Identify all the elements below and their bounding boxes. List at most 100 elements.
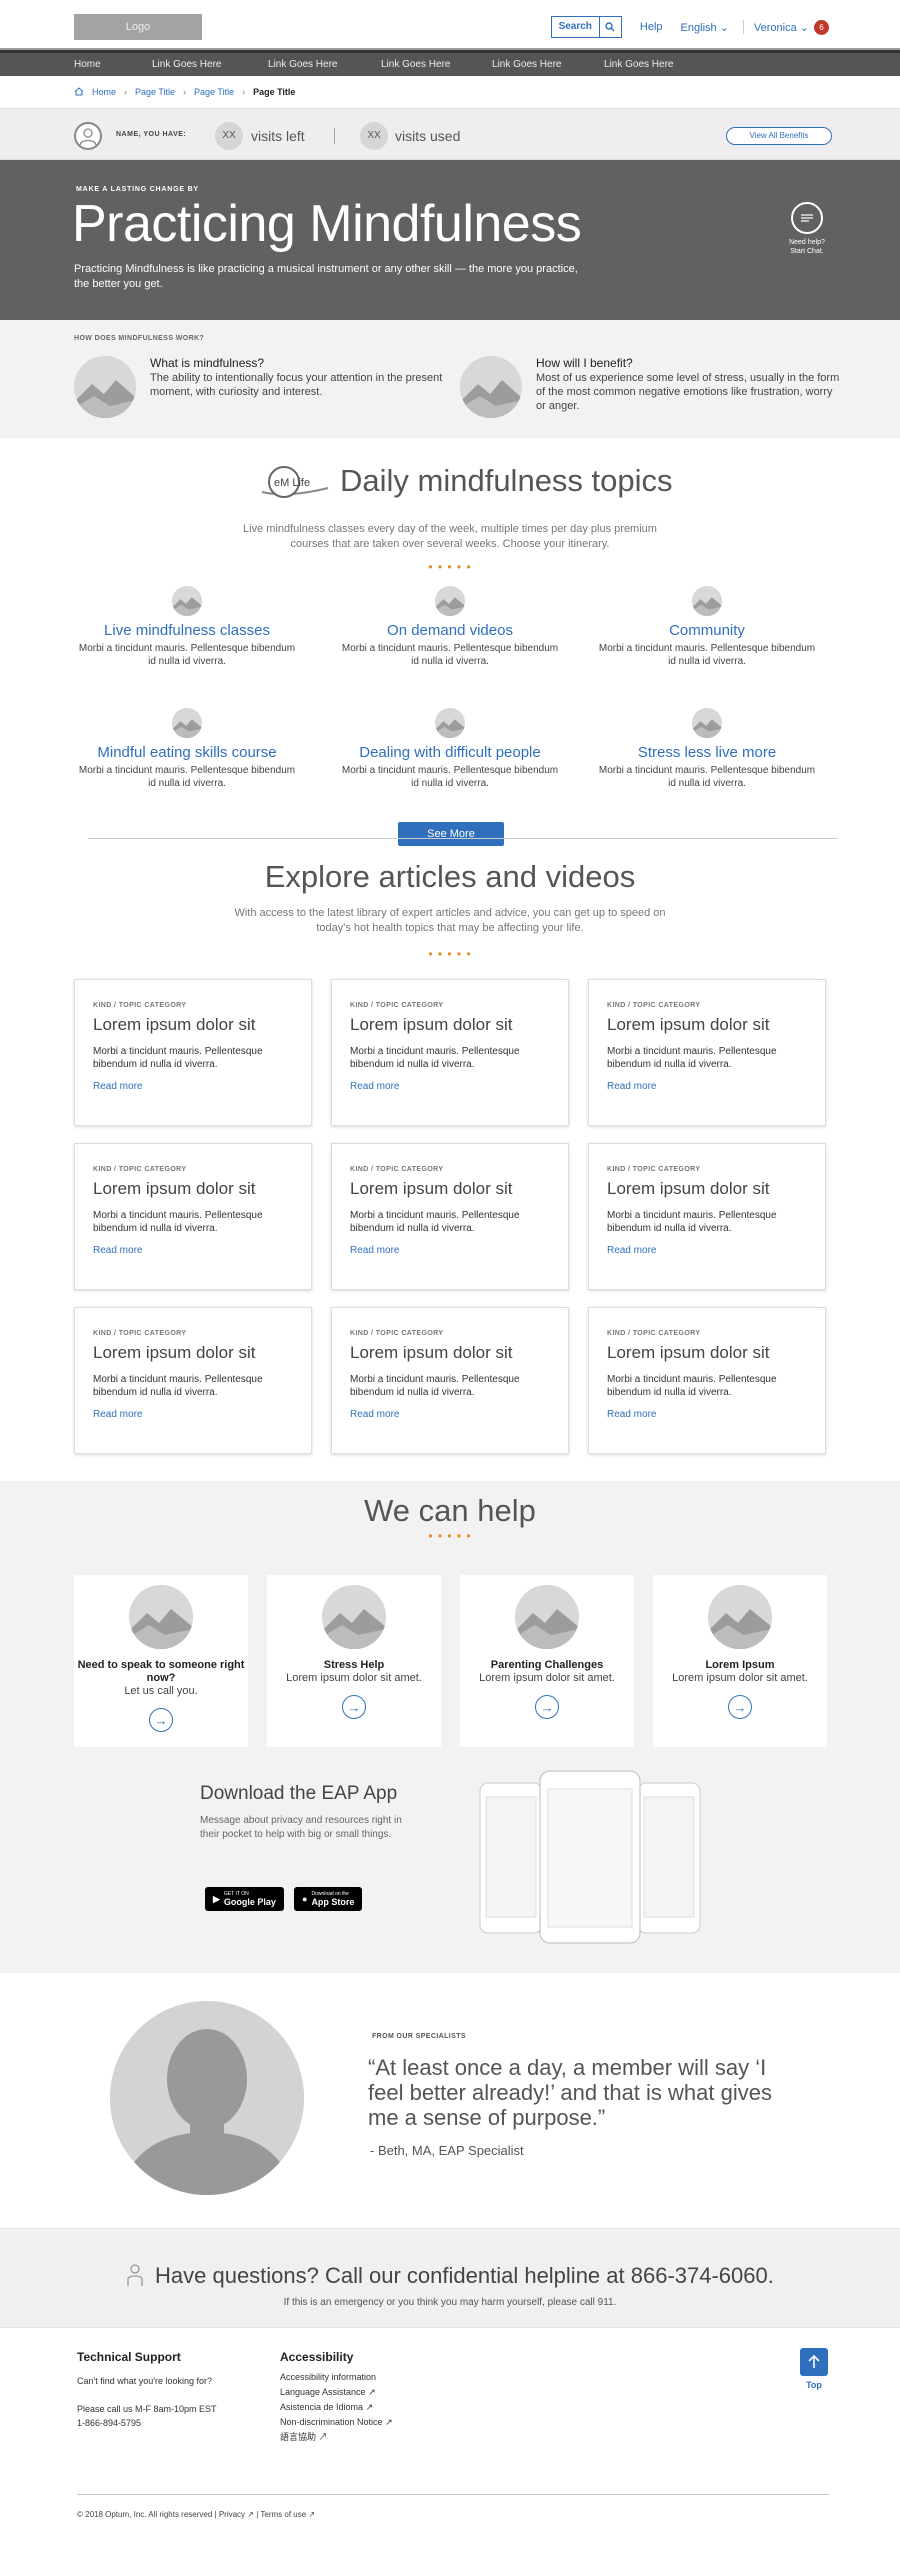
terms-link[interactable]: Terms of use bbox=[260, 2510, 306, 2519]
notification-badge[interactable]: 6 bbox=[814, 19, 829, 35]
topic-title[interactable]: Community bbox=[597, 622, 817, 639]
article-title[interactable]: Lorem ipsum dolor sit bbox=[607, 1343, 807, 1363]
help-card[interactable]: Parenting Challenges Lorem ipsum dolor si… bbox=[460, 1575, 634, 1747]
article-title[interactable]: Lorem ipsum dolor sit bbox=[350, 1179, 550, 1199]
site-header: Logo Search Help English ⌄ Veronica ⌄ 6 bbox=[0, 0, 900, 50]
logo[interactable]: Logo bbox=[74, 14, 202, 40]
mountain-image-icon bbox=[172, 708, 202, 738]
top-label[interactable]: Top bbox=[800, 2380, 828, 2390]
footer-link[interactable]: Asistencia de Idioma bbox=[280, 2402, 363, 2412]
app-store-button[interactable]: ● Download on the App Store bbox=[294, 1887, 363, 1911]
read-more-link[interactable]: Read more bbox=[93, 1409, 293, 1420]
mountain-image-icon bbox=[129, 1585, 193, 1649]
google-play-button[interactable]: ▶ GET IT ON Google Play bbox=[205, 1887, 284, 1911]
topic-item[interactable]: Dealing with difficult people Morbi a tin… bbox=[340, 708, 560, 790]
topic-title[interactable]: Stress less live more bbox=[597, 744, 817, 761]
read-more-link[interactable]: Read more bbox=[350, 1245, 550, 1256]
footer-link[interactable]: Non-discrimination Notice bbox=[280, 2417, 383, 2427]
topic-title[interactable]: On demand videos bbox=[340, 622, 560, 639]
article-title[interactable]: Lorem ipsum dolor sit bbox=[350, 1343, 550, 1363]
help-card[interactable]: Stress Help Lorem ipsum dolor sit amet. → bbox=[267, 1575, 441, 1747]
footer-link[interactable]: 語言協助 bbox=[280, 2432, 316, 2442]
chat-icon[interactable] bbox=[791, 202, 823, 234]
article-title[interactable]: Lorem ipsum dolor sit bbox=[93, 1015, 293, 1035]
article-card[interactable]: KIND / TOPIC CATEGORY Lorem ipsum dolor s… bbox=[588, 979, 826, 1126]
read-more-link[interactable]: Read more bbox=[607, 1081, 807, 1092]
arrow-right-icon[interactable]: → bbox=[342, 1695, 366, 1719]
topic-item[interactable]: Mindful eating skills course Morbi a tinc… bbox=[77, 708, 297, 790]
help-card[interactable]: Need to speak to someone right now? Let u… bbox=[74, 1575, 248, 1747]
mountain-image-icon bbox=[74, 356, 136, 418]
nav-item-home[interactable]: Home bbox=[74, 59, 101, 70]
topic-item[interactable]: Community Morbi a tincidunt mauris. Pelle… bbox=[597, 586, 817, 668]
topics-section: eM Life Daily mindfulness topics Live mi… bbox=[0, 438, 900, 846]
read-more-link[interactable]: Read more bbox=[93, 1081, 293, 1092]
article-title[interactable]: Lorem ipsum dolor sit bbox=[93, 1179, 293, 1199]
help-title: We can help bbox=[364, 1493, 536, 1528]
article-card[interactable]: KIND / TOPIC CATEGORY Lorem ipsum dolor s… bbox=[331, 979, 569, 1126]
article-card[interactable]: KIND / TOPIC CATEGORY Lorem ipsum dolor s… bbox=[331, 1143, 569, 1290]
decorative-dots: • • • • • bbox=[428, 560, 472, 574]
article-title[interactable]: Lorem ipsum dolor sit bbox=[93, 1343, 293, 1363]
topic-title[interactable]: Mindful eating skills course bbox=[77, 744, 297, 761]
article-card[interactable]: KIND / TOPIC CATEGORY Lorem ipsum dolor s… bbox=[74, 979, 312, 1126]
search-label[interactable]: Search bbox=[552, 17, 599, 37]
article-card[interactable]: KIND / TOPIC CATEGORY Lorem ipsum dolor s… bbox=[588, 1143, 826, 1290]
footer-link[interactable]: Accessibility information bbox=[280, 2372, 376, 2382]
article-kind: KIND / TOPIC CATEGORY bbox=[93, 1330, 187, 1337]
nav-item[interactable]: Link Goes Here bbox=[381, 59, 450, 70]
help-card[interactable]: Lorem Ipsum Lorem ipsum dolor sit amet. → bbox=[653, 1575, 827, 1747]
read-more-link[interactable]: Read more bbox=[607, 1409, 807, 1420]
home-icon[interactable] bbox=[74, 86, 84, 98]
read-more-link[interactable]: Read more bbox=[93, 1245, 293, 1256]
article-card[interactable]: KIND / TOPIC CATEGORY Lorem ipsum dolor s… bbox=[331, 1307, 569, 1454]
emergency-note: If this is an emergency or you think you… bbox=[283, 2297, 617, 2308]
back-to-top-button[interactable] bbox=[800, 2348, 828, 2376]
hero-banner: MAKE A LASTING CHANGE BY Practicing Mind… bbox=[0, 160, 900, 320]
article-title[interactable]: Lorem ipsum dolor sit bbox=[607, 1179, 807, 1199]
article-card[interactable]: KIND / TOPIC CATEGORY Lorem ipsum dolor s… bbox=[588, 1307, 826, 1454]
article-text: Morbi a tincidunt mauris. Pellentesque b… bbox=[93, 1210, 263, 1234]
copyright: © 2018 Optum, Inc. All rights reserved bbox=[77, 2510, 213, 2519]
breadcrumb-link[interactable]: Page Title bbox=[135, 87, 175, 97]
help-link[interactable]: Help bbox=[640, 21, 663, 33]
footer-link[interactable]: Language Assistance bbox=[280, 2387, 366, 2397]
read-more-link[interactable]: Read more bbox=[607, 1245, 807, 1256]
topic-item[interactable]: On demand videos Morbi a tincidunt mauris… bbox=[340, 586, 560, 668]
user-menu[interactable]: Veronica ⌄ bbox=[754, 21, 809, 34]
search-box[interactable]: Search bbox=[550, 16, 622, 38]
accessibility-links: Accessibility information Language Assis… bbox=[280, 2370, 393, 2445]
topic-item[interactable]: Live mindfulness classes Morbi a tincidun… bbox=[77, 586, 297, 668]
nav-item[interactable]: Link Goes Here bbox=[268, 59, 337, 70]
topic-text: Morbi a tincidunt mauris. Pellentesque b… bbox=[78, 765, 296, 789]
nav-item[interactable]: Link Goes Here bbox=[492, 59, 561, 70]
arrow-right-icon[interactable]: → bbox=[149, 1708, 173, 1732]
language-select[interactable]: English ⌄ bbox=[681, 21, 729, 34]
topic-title[interactable]: Live mindfulness classes bbox=[77, 622, 297, 639]
topic-item[interactable]: Stress less live more Morbi a tincidunt m… bbox=[597, 708, 817, 790]
topic-title[interactable]: Dealing with difficult people bbox=[340, 744, 560, 761]
nav-item[interactable]: Link Goes Here bbox=[604, 59, 673, 70]
divider bbox=[334, 128, 335, 144]
read-more-link[interactable]: Read more bbox=[350, 1081, 550, 1092]
chat-widget[interactable]: Need help? Start Chat. bbox=[787, 202, 827, 256]
article-title[interactable]: Lorem ipsum dolor sit bbox=[607, 1015, 807, 1035]
article-title[interactable]: Lorem ipsum dolor sit bbox=[350, 1015, 550, 1035]
topic-text: Morbi a tincidunt mauris. Pellentesque b… bbox=[598, 643, 816, 667]
breadcrumb-link[interactable]: Page Title bbox=[194, 87, 234, 97]
article-card[interactable]: KIND / TOPIC CATEGORY Lorem ipsum dolor s… bbox=[74, 1143, 312, 1290]
visits-left-text: visits left bbox=[251, 128, 305, 144]
view-benefits-button[interactable]: View All Benefits bbox=[726, 127, 832, 145]
breadcrumb-home[interactable]: Home bbox=[92, 87, 116, 97]
chat-line2: Start Chat. bbox=[790, 248, 824, 255]
specialist-photo bbox=[110, 2001, 304, 2195]
article-card[interactable]: KIND / TOPIC CATEGORY Lorem ipsum dolor s… bbox=[74, 1307, 312, 1454]
arrow-right-icon[interactable]: → bbox=[728, 1695, 752, 1719]
privacy-link[interactable]: Privacy bbox=[219, 2510, 245, 2519]
search-icon[interactable] bbox=[598, 17, 621, 37]
arrow-right-icon[interactable]: → bbox=[535, 1695, 559, 1719]
visits-label: NAME, YOU HAVE: bbox=[116, 131, 187, 138]
article-kind: KIND / TOPIC CATEGORY bbox=[350, 1330, 444, 1337]
read-more-link[interactable]: Read more bbox=[350, 1409, 550, 1420]
nav-item[interactable]: Link Goes Here bbox=[152, 59, 221, 70]
